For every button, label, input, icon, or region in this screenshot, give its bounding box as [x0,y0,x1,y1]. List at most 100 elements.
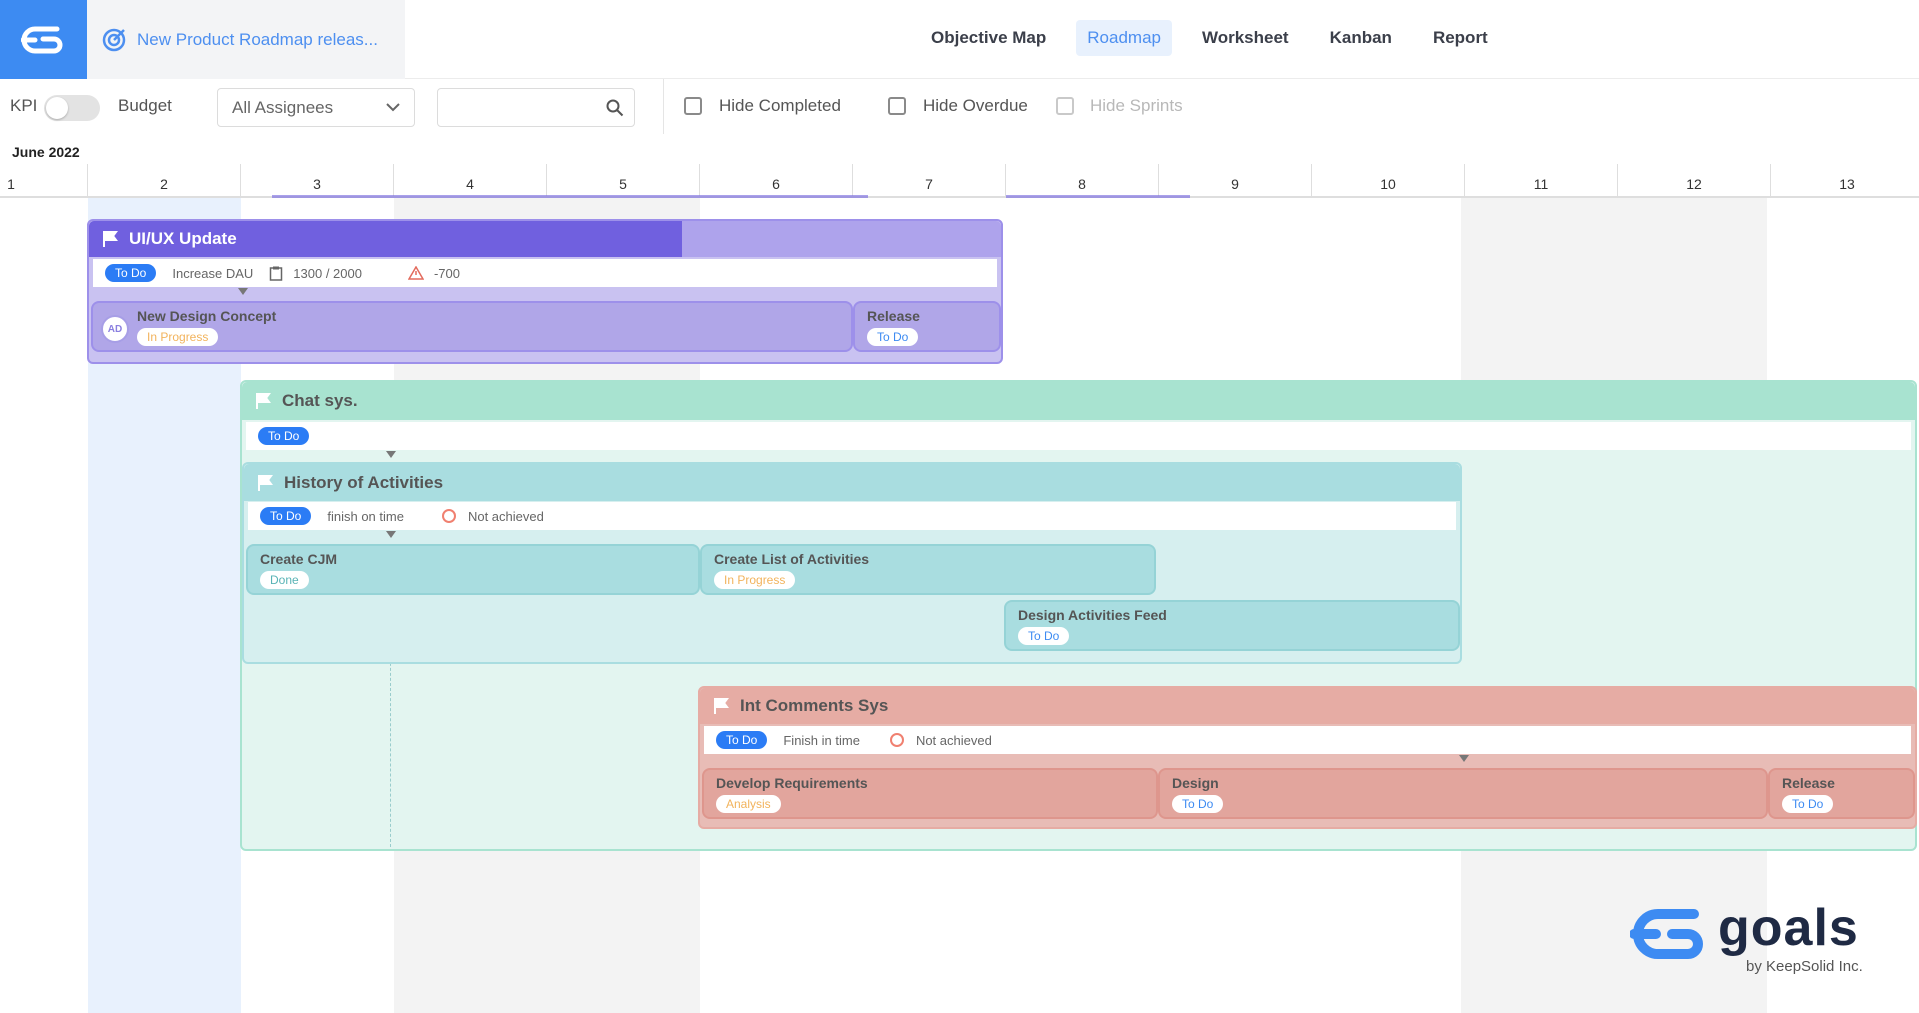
hide-overdue-checkbox[interactable] [888,97,906,115]
status-badge[interactable]: To Do [258,427,310,445]
goal-uiux-update[interactable]: UI/UX Update To Do Increase DAU 1300 / 2… [87,219,1003,364]
task-design-activities-feed[interactable]: Design Activities Feed To Do [1004,600,1460,651]
avatar[interactable]: AD [101,315,129,343]
flag-icon [714,698,729,714]
status-badge[interactable]: Analysis [716,795,781,813]
day-cell: 9 [1159,164,1312,198]
brand-name: goals [1718,899,1859,957]
goals-logo-icon [1630,909,1703,959]
target-icon [102,28,126,51]
status-badge[interactable]: To Do [105,264,157,282]
task-name: Design [1172,775,1219,791]
kpi-result: Not achieved [915,732,992,748]
project-selector[interactable]: New Product Roadmap releas... [87,0,405,79]
goal-history-of-activities[interactable]: History of Activities To Do finish on ti… [242,462,1462,664]
status-badge[interactable]: To Do [1018,627,1070,645]
kpi-name: Increase DAU [172,265,254,281]
kpi-budget-toggle[interactable] [44,95,100,121]
circle-icon [441,509,456,523]
goal-header[interactable]: Chat sys. [242,382,1915,420]
flag-icon [258,474,273,491]
kpi-progress: 1300 / 2000 [293,265,362,281]
view-tabs: Objective Map Roadmap Worksheet Kanban R… [920,20,1518,56]
brand-watermark: goals by KeepSolid Inc. [1630,898,1870,978]
task-name: Release [867,308,920,324]
status-badge[interactable]: To Do [1172,795,1224,813]
project-title: New Product Roadmap releas... [137,29,378,49]
task-create-list-of-activities[interactable]: Create List of Activities In Progress [700,544,1156,595]
task-release[interactable]: Release To Do [1768,768,1915,819]
search-input[interactable] [437,88,635,127]
kpi-name: Finish in time [783,732,860,748]
tab-report[interactable]: Report [1422,20,1499,56]
dependency-caret [386,451,396,458]
flag-icon [256,393,271,409]
tab-roadmap[interactable]: Roadmap [1076,20,1172,56]
dependency-caret [1459,755,1469,762]
budget-label: Budget [118,96,172,115]
task-name: Create CJM [260,551,338,567]
kpi-name: finish on time [327,508,404,524]
status-badge[interactable]: In Progress [137,328,219,346]
kpi-label: KPI [10,96,38,115]
goal-info-row: To Do Finish in time Not achieved [704,726,1911,754]
task-develop-requirements[interactable]: Develop Requirements Analysis [702,768,1158,819]
day-cell: 11 [1465,164,1618,198]
task-name: Release [1782,775,1835,791]
toggle-knob [46,97,68,119]
sprint-indicator [272,195,868,198]
goal-header[interactable]: History of Activities [244,464,1460,501]
goal-header[interactable]: UI/UX Update [89,221,1001,257]
goal-info-row: To Do [246,422,1911,450]
dependency-caret [386,531,396,538]
dependency-caret [238,288,248,295]
task-create-cjm[interactable]: Create CJM Done [246,544,700,595]
task-new-design-concept[interactable]: AD New Design Concept In Progress [91,301,853,352]
task-name: Develop Requirements [716,775,868,791]
status-badge[interactable]: To Do [716,731,768,749]
task-release[interactable]: Release To Do [853,301,1001,352]
warning-icon [407,266,424,280]
day-cell: 6 [700,164,853,198]
day-cell: 2 [88,164,241,198]
status-badge[interactable]: To Do [867,328,919,346]
logo-icon [20,26,62,53]
toolbar-divider [663,79,664,134]
goal-header[interactable]: Int Comments Sys [700,688,1915,724]
goal-title: Int Comments Sys [740,696,889,715]
sprint-indicator [1006,195,1190,198]
task-name: Design Activities Feed [1018,607,1167,623]
timeline-header: 1 2 3 4 5 6 7 8 9 10 11 12 13 [0,164,1919,198]
status-badge[interactable]: To Do [1782,795,1834,813]
hide-sprints-label: Hide Sprints [1090,96,1183,115]
hide-sprints-checkbox[interactable] [1056,97,1074,115]
app-logo[interactable] [0,0,87,79]
hide-overdue-label: Hide Overdue [923,96,1028,115]
day-cell: 13 [1771,164,1919,198]
tab-worksheet[interactable]: Worksheet [1191,20,1300,56]
goal-title: History of Activities [284,472,444,492]
goal-title: UI/UX Update [129,229,237,248]
status-badge[interactable]: To Do [260,507,312,525]
day-cell: 1 [0,164,88,198]
hide-completed-checkbox[interactable] [684,97,702,115]
goal-int-comments-sys[interactable]: Int Comments Sys To Do Finish in time No… [698,686,1917,829]
search-icon [606,99,624,116]
goal-info-row: To Do Increase DAU 1300 / 2000 -700 [93,259,997,287]
day-cell: 12 [1618,164,1771,198]
tab-objective-map[interactable]: Objective Map [920,20,1057,56]
day-cell: 10 [1312,164,1465,198]
kpi-result: Not achieved [467,508,544,524]
task-name: New Design Concept [137,308,277,324]
day-cell: 7 [853,164,1006,198]
status-badge[interactable]: In Progress [714,571,796,589]
assignee-select[interactable]: All Assignees [217,88,415,127]
status-badge[interactable]: Done [260,571,309,589]
goal-info-row: To Do finish on time Not achieved [248,502,1456,530]
toolbar: KPI Budget All Assignees Hide Completed … [0,79,1919,134]
task-design[interactable]: Design To Do [1158,768,1768,819]
circle-icon [889,733,904,747]
tab-kanban[interactable]: Kanban [1319,20,1403,56]
goal-title: Chat sys. [282,391,358,410]
chevron-down-icon [386,103,400,112]
